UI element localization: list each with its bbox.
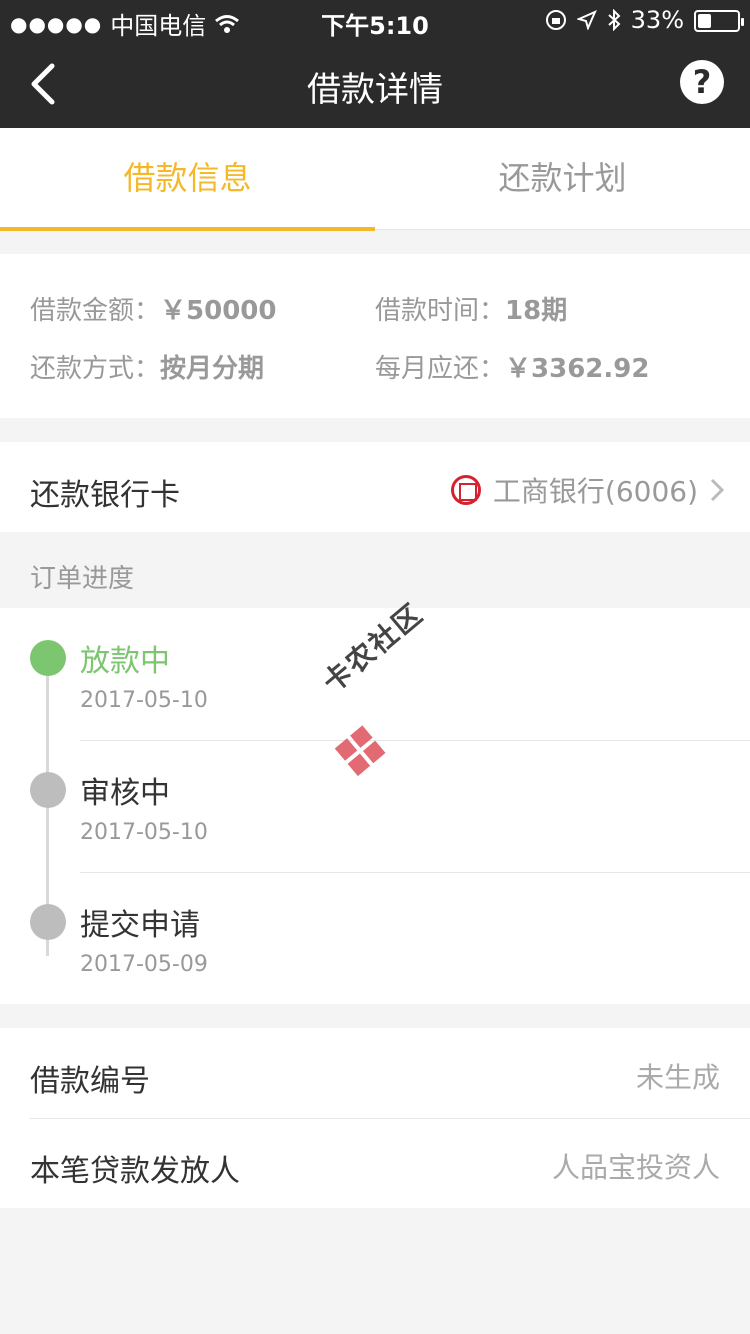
monthly-payment-value: ￥3362.92: [505, 354, 650, 384]
chevron-right-icon: [710, 478, 724, 502]
progress-step: 提交申请 2017-05-09: [0, 872, 750, 1004]
tab-loan-info[interactable]: 借款信息: [0, 128, 375, 231]
step-name: 放款中: [80, 644, 170, 679]
bottom-space: [0, 1208, 750, 1334]
bluetooth-icon: [607, 9, 621, 31]
repay-method-label: 还款方式：: [30, 354, 161, 384]
help-icon[interactable]: ?: [680, 60, 724, 104]
loan-term-label: 借款时间：: [375, 296, 506, 326]
repay-method-value: 按月分期: [160, 354, 265, 384]
step-dot-active: [30, 640, 66, 676]
nav-bar: 借款详情 ?: [0, 40, 750, 128]
step-date: 2017-05-10: [80, 688, 208, 713]
step-dot: [30, 772, 66, 808]
step-name: 审核中: [80, 776, 170, 811]
battery-fill: [698, 14, 711, 28]
repay-bank-card-label: 还款银行卡: [30, 478, 180, 513]
loan-number-row: 借款编号 未生成: [30, 1028, 720, 1118]
loan-amount-row: 借款金额：￥50000: [30, 290, 276, 327]
loan-amount-label: 借款金额：: [30, 296, 161, 326]
status-bar: ●●●●● 中国电信 下午5:10 33%: [0, 0, 750, 40]
top-bar: ●●●●● 中国电信 下午5:10 33% 借款详情 ?: [0, 0, 750, 128]
step-name: 提交申请: [80, 908, 200, 943]
orientation-lock-icon: [545, 10, 566, 30]
icbc-logo-icon: [450, 475, 481, 505]
loan-term-row: 借款时间：18期: [375, 290, 567, 327]
lender-label: 本笔贷款发放人: [30, 1154, 240, 1189]
loan-meta-card: 借款编号 未生成 本笔贷款发放人 人品宝投资人: [0, 1028, 750, 1208]
order-progress-title: 订单进度: [30, 564, 135, 594]
lender-row: 本笔贷款发放人 人品宝投资人: [30, 1118, 720, 1208]
repay-method-row: 还款方式：按月分期: [30, 348, 264, 385]
monthly-payment-label: 每月应还：: [375, 354, 506, 384]
loan-amount-value: ￥50000: [160, 296, 277, 326]
bank-name: 工商银行(6006): [492, 475, 698, 508]
loan-number-label: 借款编号: [30, 1064, 150, 1099]
monthly-payment-row: 每月应还：￥3362.92: [375, 348, 649, 385]
loan-number-value: 未生成: [635, 1061, 720, 1094]
status-right: 33%: [545, 6, 744, 34]
loan-term-value: 18期: [505, 296, 568, 326]
step-date: 2017-05-10: [80, 820, 208, 845]
tab-bar: 借款信息 还款计划: [0, 128, 750, 231]
location-icon: [576, 10, 597, 30]
battery-percent: 33%: [630, 6, 684, 34]
step-dot: [30, 904, 66, 940]
page-title: 借款详情: [307, 70, 443, 110]
loan-info-card: 借款金额：￥50000 借款时间：18期 还款方式：按月分期 每月应还：￥336…: [0, 254, 750, 418]
step-date: 2017-05-09: [80, 952, 208, 977]
tab-repayment-plan[interactable]: 还款计划: [375, 128, 750, 230]
bank-selection: 工商银行(6006): [450, 470, 724, 510]
battery-icon: [694, 10, 744, 32]
repay-bank-card-row[interactable]: 还款银行卡 工商银行(6006): [0, 442, 750, 532]
lender-value: 人品宝投资人: [551, 1151, 720, 1184]
